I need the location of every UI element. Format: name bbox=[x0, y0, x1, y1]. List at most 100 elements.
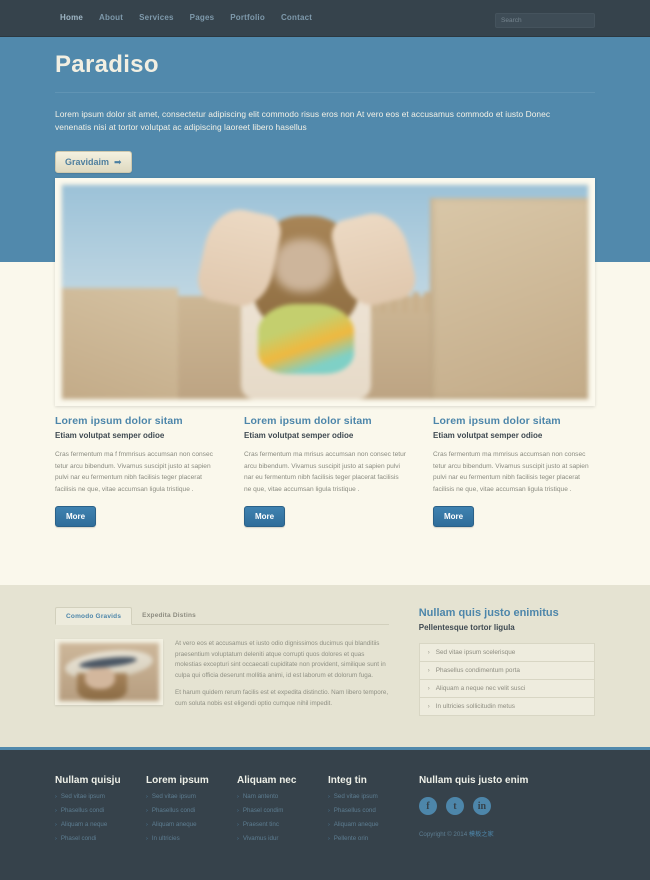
footer-link-label: Phasel condi bbox=[60, 835, 97, 842]
feature-column-3: Lorem ipsum dolor sitam Etiam volutpat s… bbox=[433, 415, 595, 527]
tab-expedita-distins[interactable]: Expedita Distins bbox=[132, 607, 206, 624]
footer-link[interactable]: › Phasellus condi bbox=[55, 807, 146, 814]
footer-link[interactable]: › Aliquam aneque bbox=[328, 821, 419, 828]
arrow-right-icon: ➡ bbox=[114, 156, 122, 167]
feature-title: Lorem ipsum dolor sitam bbox=[433, 415, 561, 427]
chevron-right-icon: › bbox=[55, 793, 57, 800]
sidebar-subtitle: Pellentesque tortor ligula bbox=[418, 623, 515, 632]
footer-link-label: Aliquam aneque bbox=[151, 821, 197, 828]
main-nav: Home About Services Pages Portfolio Cont… bbox=[60, 13, 312, 23]
footer-link[interactable]: › Nam antento bbox=[237, 793, 328, 800]
footer-link-label: Pellente orin bbox=[333, 835, 369, 842]
nav-item-home[interactable]: Home bbox=[60, 13, 83, 23]
footer-link-label: Phasellus cond bbox=[333, 807, 376, 814]
features-section: Lorem ipsum dolor sitam Etiam volutpat s… bbox=[0, 415, 650, 527]
feature-subtitle: Etiam volutpat semper odioe bbox=[244, 431, 354, 440]
footer-link-label: Sed vitae ipsum bbox=[333, 793, 378, 800]
footer-social-column: Nullam quis justo enim f t in Copyright … bbox=[418, 775, 595, 842]
chevron-right-icon: › bbox=[327, 821, 330, 828]
sidebar-list-item-1[interactable]: › Sed vitae ipsum scelerisque bbox=[419, 644, 594, 662]
tab-thumbnail-frame bbox=[55, 639, 163, 705]
footer-inner: Nullam quisju › Sed vitae ipsum › Phasel… bbox=[0, 750, 650, 842]
footer-link[interactable]: › Phasel condim bbox=[237, 807, 328, 814]
content-band: Comodo Gravids Expedita Distins At vero … bbox=[0, 585, 650, 747]
sidebar-panel: Nullam quis justo enimitus Pellentesque … bbox=[418, 607, 595, 716]
tabs-panel: Comodo Gravids Expedita Distins At vero … bbox=[55, 607, 389, 716]
nav-item-pages[interactable]: Pages bbox=[190, 13, 215, 23]
tab-comodo-gravids[interactable]: Comodo Gravids bbox=[55, 607, 133, 625]
footer-link[interactable]: › Phasellus cond bbox=[328, 807, 419, 814]
nav-item-about[interactable]: About bbox=[99, 13, 123, 23]
chevron-right-icon: › bbox=[327, 793, 330, 800]
chevron-right-icon: › bbox=[236, 835, 239, 842]
chevron-right-icon: › bbox=[427, 703, 430, 710]
nav-item-portfolio[interactable]: Portfolio bbox=[230, 13, 265, 23]
sidebar-list-item-label: Sed vitae ipsum scelerisque bbox=[435, 649, 516, 656]
footer-link[interactable]: › Sed vitae ipsum bbox=[55, 793, 146, 800]
more-button-3[interactable]: More bbox=[433, 506, 475, 527]
page-title: Paradiso bbox=[55, 51, 159, 78]
chevron-right-icon: › bbox=[236, 807, 239, 814]
sidebar-list-item-label: Aliquam a neque nec velit susci bbox=[435, 685, 526, 692]
chevron-right-icon: › bbox=[145, 807, 148, 814]
footer-column-2: Lorem ipsum › Sed vitae ipsum › Phasellu… bbox=[146, 775, 237, 842]
sidebar-list-item-label: Phasellus condimentum porta bbox=[435, 667, 520, 674]
feature-column-1: Lorem ipsum dolor sitam Etiam volutpat s… bbox=[55, 415, 217, 527]
more-button-2[interactable]: More bbox=[244, 506, 286, 527]
chevron-right-icon: › bbox=[236, 793, 239, 800]
image-wall-left bbox=[62, 287, 178, 399]
content-band-inner: Comodo Gravids Expedita Distins At vero … bbox=[0, 585, 650, 716]
gravidaim-button-label: Gravidaim bbox=[65, 157, 110, 167]
footer-link[interactable]: › Vivamus idur bbox=[237, 835, 328, 842]
chevron-right-icon: › bbox=[427, 667, 430, 674]
search-input[interactable] bbox=[495, 12, 595, 28]
feature-body: Cras fermentum ma f fmmrisus accumsan no… bbox=[55, 451, 213, 493]
chevron-right-icon: › bbox=[327, 807, 330, 814]
facebook-icon[interactable]: f bbox=[418, 797, 437, 815]
sidebar-list-item-3[interactable]: › Aliquam a neque nec velit susci bbox=[419, 680, 594, 698]
image-wall-right bbox=[430, 197, 588, 399]
footer-link[interactable]: › Sed vitae ipsum bbox=[146, 793, 237, 800]
tab-thumbnail-image bbox=[59, 643, 159, 701]
thumb-face bbox=[85, 667, 115, 690]
footer-link[interactable]: › Aliquam a neque bbox=[55, 821, 146, 828]
nav-item-contact[interactable]: Contact bbox=[281, 13, 312, 23]
feature-title: Lorem ipsum dolor sitam bbox=[244, 415, 372, 427]
more-button-1[interactable]: More bbox=[55, 506, 97, 527]
copyright-text: Copyright © 2014 模板之家 bbox=[419, 829, 595, 838]
feature-subtitle: Etiam volutpat semper odioe bbox=[433, 431, 543, 440]
footer-link[interactable]: › Aliquam aneque bbox=[146, 821, 237, 828]
footer-link[interactable]: › Phasel condi bbox=[55, 835, 146, 842]
feature-body: Cras fermentum ma mrisus accumsan non co… bbox=[244, 451, 406, 493]
linkedin-icon[interactable]: in bbox=[472, 797, 491, 815]
tab-list: Comodo Gravids Expedita Distins bbox=[55, 607, 389, 625]
sidebar-list-item-4[interactable]: › In ultricies sollicitudin metus bbox=[419, 698, 594, 716]
feature-column-2: Lorem ipsum dolor sitam Etiam volutpat s… bbox=[244, 415, 406, 527]
footer-link[interactable]: › Phasellus condi bbox=[146, 807, 237, 814]
footer-column-1: Nullam quisju › Sed vitae ipsum › Phasel… bbox=[55, 775, 146, 842]
copyright-link[interactable]: 模板之家 bbox=[469, 831, 494, 838]
chevron-right-icon: › bbox=[145, 835, 148, 842]
footer-column-title: Nullam quisju bbox=[55, 775, 121, 786]
copyright-prefix: Copyright © 2014 bbox=[418, 831, 469, 838]
sidebar-list-item-label: In ultricies sollicitudin metus bbox=[435, 703, 515, 710]
hero-description: Lorem ipsum dolor sit amet, consectetur … bbox=[55, 109, 551, 132]
twitter-icon[interactable]: t bbox=[445, 797, 464, 815]
footer-link[interactable]: › Praesent tinc bbox=[237, 821, 328, 828]
footer-link[interactable]: › Sed vitae ipsum bbox=[328, 793, 419, 800]
chevron-right-icon: › bbox=[427, 649, 430, 656]
chevron-right-icon: › bbox=[55, 807, 57, 814]
footer-column-title: Lorem ipsum bbox=[145, 775, 209, 786]
footer-link-label: Sed vitae ipsum bbox=[151, 793, 196, 800]
footer-link[interactable]: › Pellente orin bbox=[328, 835, 419, 842]
chevron-right-icon: › bbox=[145, 821, 148, 828]
sidebar-list-item-2[interactable]: › Phasellus condimentum porta bbox=[419, 662, 594, 680]
features-columns: Lorem ipsum dolor sitam Etiam volutpat s… bbox=[55, 415, 595, 527]
hero-image-frame bbox=[55, 178, 595, 406]
gravidaim-button[interactable]: Gravidaim ➡ bbox=[55, 151, 132, 173]
footer-link[interactable]: › In ultricies bbox=[146, 835, 237, 842]
chevron-right-icon: › bbox=[55, 821, 57, 828]
nav-item-services[interactable]: Services bbox=[139, 13, 174, 23]
image-person-scarf bbox=[257, 304, 355, 375]
chevron-right-icon: › bbox=[236, 821, 239, 828]
